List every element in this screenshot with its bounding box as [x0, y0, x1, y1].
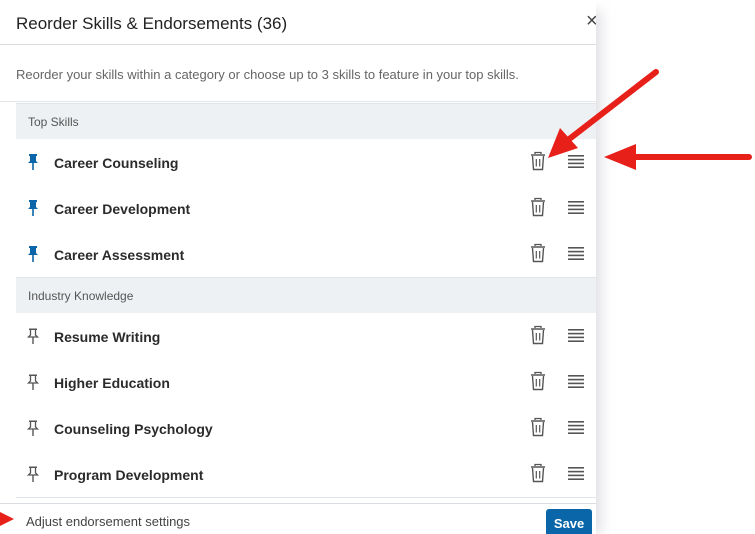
pin-icon[interactable] [26, 328, 40, 344]
dialog-header: Reorder Skills & Endorsements (36) × [0, 0, 596, 45]
skill-row[interactable]: Program Development [16, 451, 596, 498]
trash-icon[interactable] [530, 417, 546, 437]
drag-handle-icon[interactable] [568, 155, 584, 168]
section-title: Industry Knowledge [28, 289, 134, 303]
skill-name: Program Development [54, 467, 204, 483]
trash-icon[interactable] [530, 463, 546, 483]
drag-handle-icon[interactable] [568, 421, 584, 434]
save-button[interactable]: Save [546, 509, 592, 534]
trash-icon[interactable] [530, 325, 546, 345]
dialog-title: Reorder Skills & Endorsements (36) [16, 14, 288, 33]
reorder-skills-dialog: Reorder Skills & Endorsements (36) × Reo… [0, 0, 596, 534]
drag-handle-icon[interactable] [568, 467, 584, 480]
skill-row[interactable]: Career Assessment [16, 231, 596, 278]
pin-icon[interactable] [26, 374, 40, 390]
skill-row[interactable]: Higher Education [16, 359, 596, 406]
pin-icon[interactable] [26, 466, 40, 482]
instructions-text: Reorder your skills within a category or… [16, 67, 519, 82]
pin-icon[interactable] [26, 420, 40, 436]
pin-icon[interactable] [26, 154, 40, 170]
pin-icon[interactable] [26, 246, 40, 262]
annotation-arrow-drag [604, 144, 752, 170]
skill-row[interactable]: Resume Writing [16, 313, 596, 360]
close-icon[interactable]: × [586, 10, 596, 32]
section-header: Top Skills [16, 103, 596, 141]
skill-row[interactable]: Counseling Psychology [16, 405, 596, 452]
trash-icon[interactable] [530, 151, 546, 171]
pin-icon[interactable] [26, 200, 40, 216]
instructions: Reorder your skills within a category or… [0, 45, 596, 102]
skill-row[interactable]: Career Development [16, 185, 596, 232]
skill-name: Career Assessment [54, 247, 185, 263]
skill-name: Career Counseling [54, 155, 179, 171]
trash-icon[interactable] [530, 243, 546, 263]
drag-handle-icon[interactable] [568, 375, 584, 388]
drag-handle-icon[interactable] [568, 201, 584, 214]
skill-name: Resume Writing [54, 329, 161, 345]
skill-name: Counseling Psychology [54, 421, 213, 437]
drag-handle-icon[interactable] [568, 247, 584, 260]
skill-row[interactable]: Career Counseling [16, 139, 596, 186]
skill-name: Higher Education [54, 375, 170, 391]
section-title: Top Skills [28, 115, 79, 129]
trash-icon[interactable] [530, 371, 546, 391]
skill-name: Career Development [54, 201, 191, 217]
trash-icon[interactable] [530, 197, 546, 217]
adjust-endorsement-settings-link[interactable]: Adjust endorsement settings [26, 514, 190, 529]
section-header: Industry Knowledge [16, 277, 596, 315]
dialog-footer: Adjust endorsement settings Save [0, 503, 596, 534]
drag-handle-icon[interactable] [568, 329, 584, 342]
